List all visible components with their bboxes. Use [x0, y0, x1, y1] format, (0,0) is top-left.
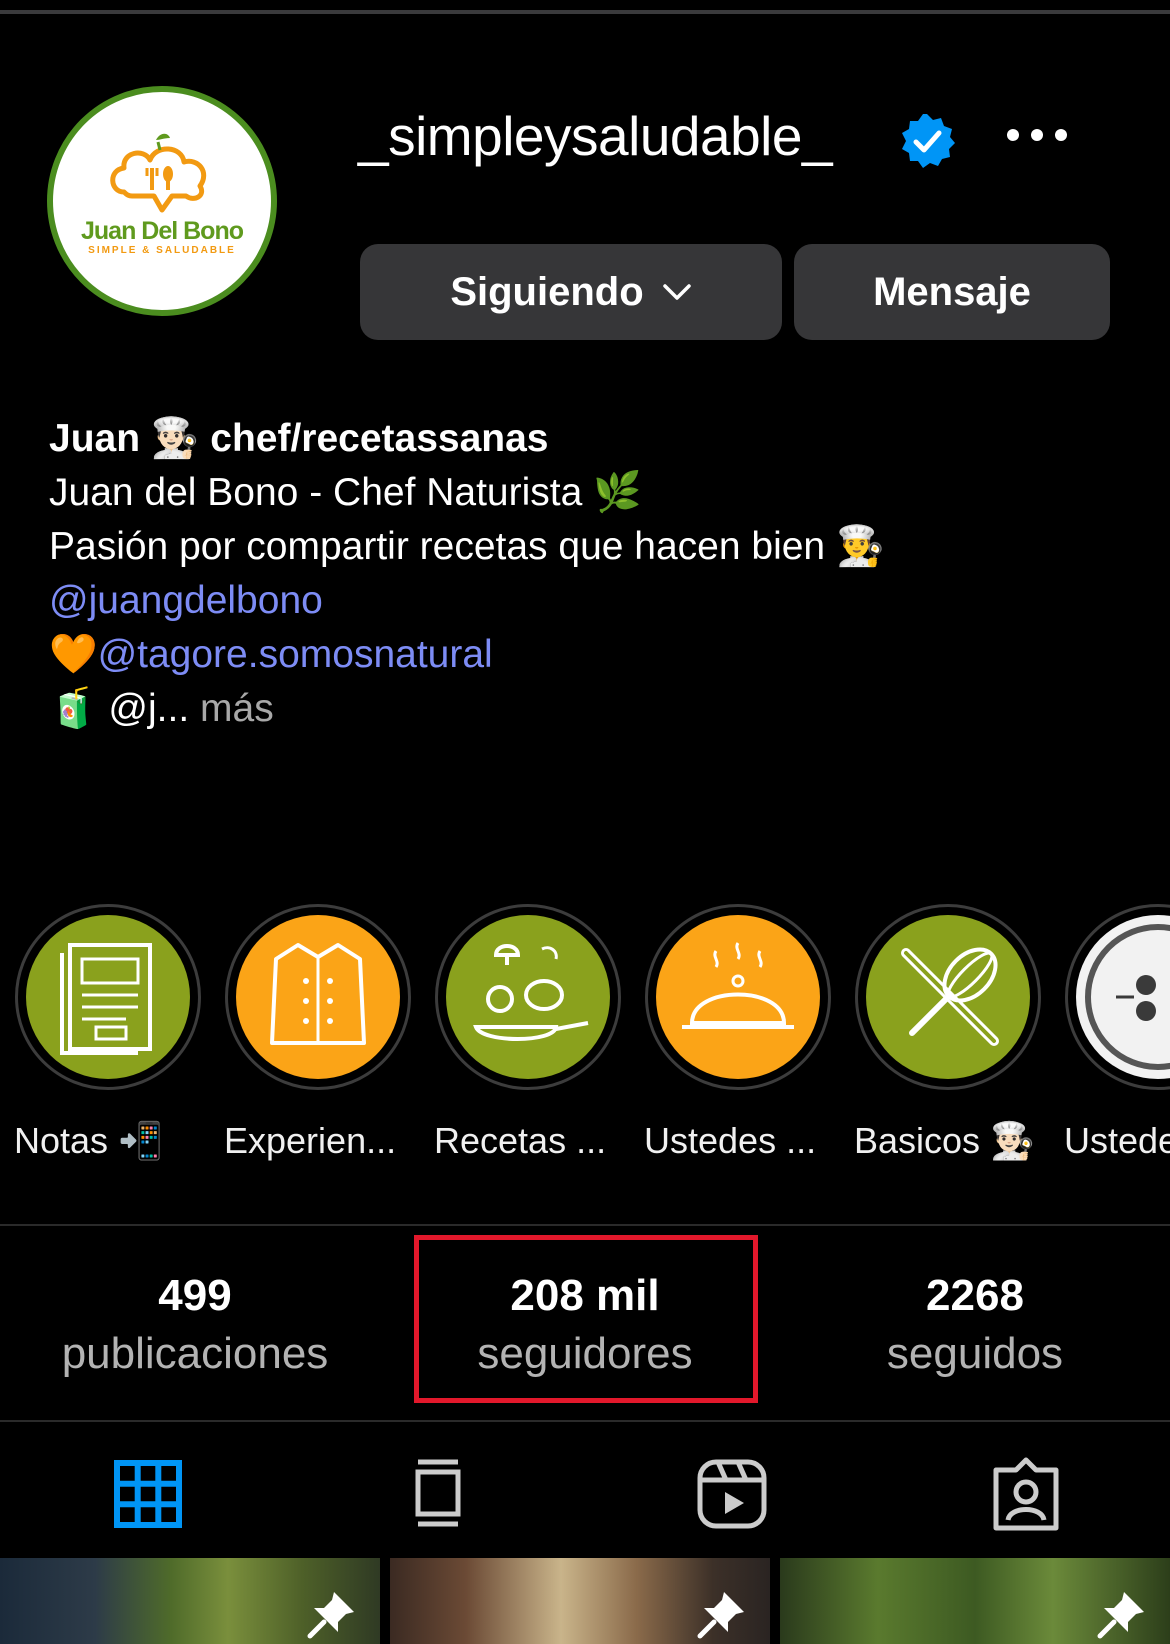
- pans-icon: [1085, 924, 1170, 1070]
- pin-icon: [1097, 1592, 1144, 1639]
- bio-more-link[interactable]: más: [200, 687, 274, 730]
- verified-badge-icon: [902, 114, 955, 168]
- chevron-down-icon: [662, 284, 691, 300]
- profile-avatar[interactable]: Juan Del Bono SIMPLE & SALUDABLE: [47, 86, 277, 316]
- profile-username: _simpleysaludable_: [358, 105, 833, 167]
- feed-icon[interactable]: [398, 1454, 478, 1534]
- grid-post-1[interactable]: [0, 1558, 380, 1644]
- cooking-pan-icon: [473, 944, 589, 1041]
- reels-icon[interactable]: [692, 1454, 772, 1534]
- highlight-label: Basicos 👨🏻‍🍳: [854, 1120, 1035, 1161]
- juice-box-emoji: 🧃: [49, 687, 98, 730]
- chef-jacket-icon: [270, 943, 366, 1045]
- grid-icon[interactable]: [108, 1454, 188, 1534]
- highlight-label: Experien...: [224, 1120, 397, 1161]
- following-button[interactable]: Siguiendo: [360, 244, 782, 340]
- tagged-icon[interactable]: [986, 1454, 1066, 1534]
- pin-icon: [697, 1592, 744, 1639]
- logo-tagline: SIMPLE & SALUDABLE: [88, 245, 236, 256]
- stat-following[interactable]: 2268 seguidos: [825, 1268, 1125, 1384]
- grid-post-3[interactable]: [780, 1558, 1170, 1644]
- bio-mention-juangdelbono[interactable]: @juangdelbono: [49, 574, 1149, 628]
- highlight-label: Ustedes ...: [644, 1120, 817, 1161]
- bio-name: Juan 👨🏻‍🍳 chef/recetassanas: [49, 417, 549, 460]
- bio-mention-tagore[interactable]: @tagore.somosnatural: [98, 633, 493, 676]
- bio-truncated-mention: @j...: [108, 687, 190, 730]
- notebook-icon: [60, 943, 152, 1055]
- grid-post-2[interactable]: [390, 1558, 770, 1644]
- highlight-label: Notas 📲: [14, 1120, 163, 1161]
- story-highlights: Notas 📲 Experien... Recetas ... Ustedes …: [0, 904, 1170, 1161]
- highlight-label: Ustede: [1064, 1120, 1170, 1161]
- following-count: 2268: [926, 1271, 1024, 1320]
- bio-line-description: Pasión por compartir recetas que hacen b…: [49, 525, 885, 568]
- logo-name: Juan Del Bono: [80, 217, 244, 245]
- stats-top-divider: [0, 1224, 1170, 1226]
- following-label: seguidos: [886, 1329, 1064, 1378]
- orange-heart-emoji: 🧡: [49, 633, 98, 676]
- highlight-label: Recetas ...: [434, 1120, 607, 1161]
- stat-posts[interactable]: 499 publicaciones: [45, 1268, 345, 1384]
- more-options-icon[interactable]: [1003, 118, 1071, 152]
- chef-hat-logo-icon: [110, 133, 207, 213]
- following-button-label: Siguiendo: [450, 269, 644, 314]
- profile-bio: Juan 👨🏻‍🍳 chef/recetassanas Juan del Bon…: [49, 412, 1149, 736]
- bio-line-title: Juan del Bono - Chef Naturista 🌿: [49, 471, 642, 514]
- message-button[interactable]: Mensaje: [794, 244, 1110, 340]
- whisk-rolling-pin-icon: [901, 947, 999, 1046]
- profile-page: Juan Del Bono SIMPLE & SALUDABLE _simple…: [0, 0, 1170, 1644]
- cloche-icon: [682, 942, 794, 1029]
- pin-icon: [307, 1592, 354, 1639]
- top-divider: [0, 10, 1170, 14]
- posts-count: 499: [158, 1271, 232, 1320]
- followers-highlight-box: [414, 1235, 758, 1403]
- stats-bottom-divider: [0, 1420, 1170, 1422]
- posts-label: publicaciones: [61, 1329, 329, 1378]
